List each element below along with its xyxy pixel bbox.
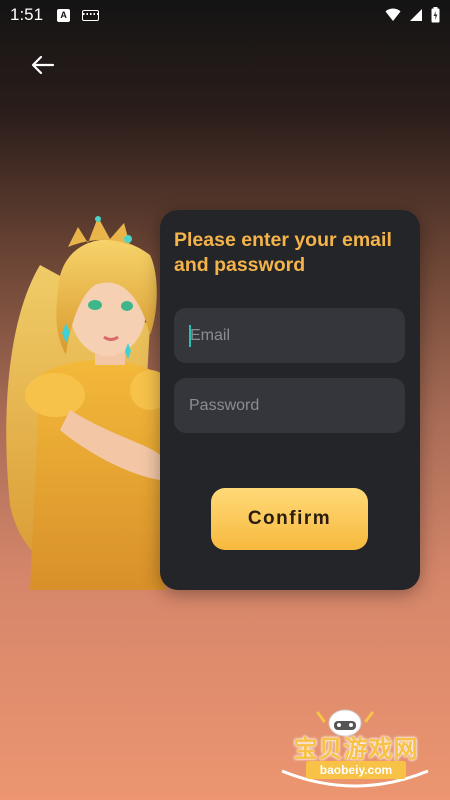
wifi-icon [385,8,401,21]
password-field[interactable] [174,378,405,433]
confirm-button[interactable]: Confirm [211,488,368,550]
status-time: 1:51 [10,5,44,24]
status-right-icons [385,7,440,23]
email-field[interactable] [174,308,405,363]
app-notification-icon: A [57,8,71,22]
character-illustration [6,216,170,590]
card-title: Please enter your email and password [174,229,392,276]
keyboard-icon [82,9,100,21]
status-bar: 1:51 A [0,0,450,30]
signal-icon [410,9,422,21]
text-caret [189,325,191,347]
watermark-text: 宝贝游戏网 [293,736,419,763]
back-arrow-icon [31,55,55,75]
back-button[interactable] [28,50,58,80]
battery-charging-icon [431,7,440,23]
watermark-url: baobeiy.com [306,761,406,779]
watermark: 宝贝游戏网 baobeiy.com [262,705,442,795]
login-card: Please enter your email and password Con… [160,210,420,590]
